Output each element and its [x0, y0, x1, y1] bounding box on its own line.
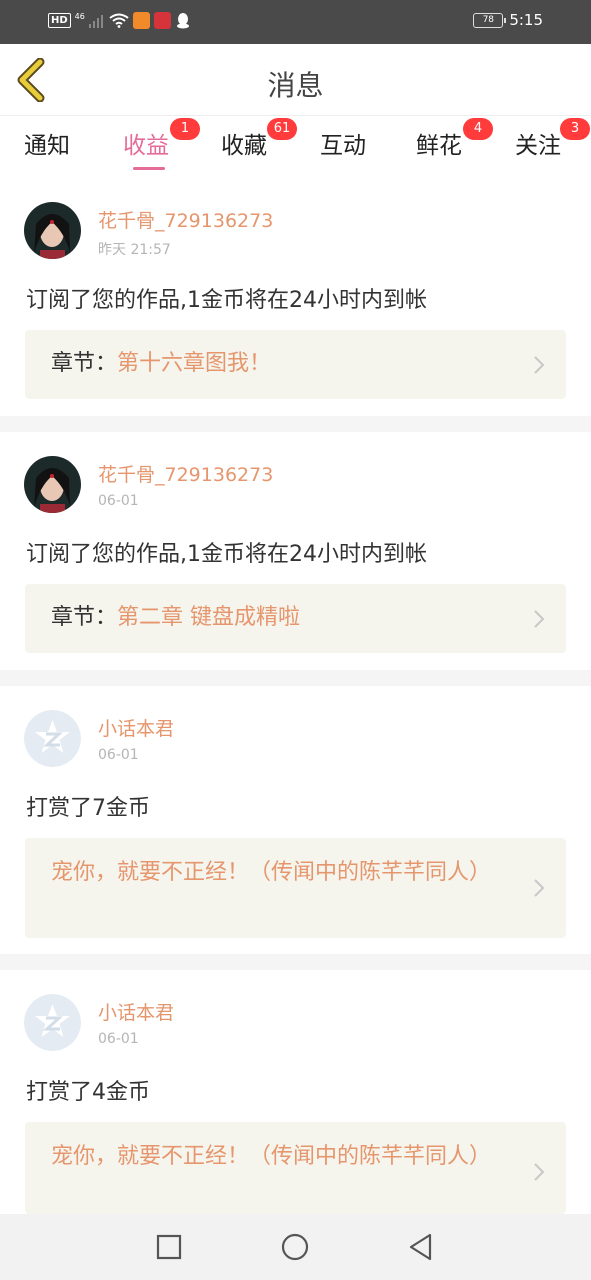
- tab-notifications[interactable]: 通知: [24, 126, 70, 160]
- clock: 5:15: [509, 11, 543, 29]
- message-time: 06-01: [98, 747, 139, 763]
- user-name[interactable]: 花千骨_729136273: [98, 206, 273, 233]
- message-item: 小话本君 06-01 打赏了7金币 宠你，就要不正经！（传闻中的陈芊芊同人）: [0, 686, 591, 954]
- tab-label: 关注: [515, 133, 561, 159]
- avatar[interactable]: [24, 994, 81, 1051]
- work-title: 宠你，就要不正经！（传闻中的陈芊芊同人）: [51, 1144, 492, 1169]
- tab-interaction[interactable]: 互动: [320, 126, 366, 160]
- avatar-portrait-image: [24, 202, 81, 259]
- message-text: 打赏了7金币: [26, 796, 150, 821]
- default-avatar-icon: [24, 710, 81, 767]
- chapter-title: 第二章 键盘成精啦: [117, 605, 301, 630]
- status-icons-right: 78 5:15: [473, 11, 543, 29]
- user-name[interactable]: 小话本君: [98, 998, 174, 1025]
- message-text: 打赏了4金币: [26, 1080, 150, 1105]
- tab-favorites[interactable]: 收藏 61: [221, 118, 297, 160]
- hd-icon: HD: [48, 13, 71, 28]
- signal-icon: [88, 14, 103, 28]
- chapter-link-text: 章节：第二章 键盘成精啦: [51, 603, 512, 633]
- message-time: 昨天 21:57: [98, 242, 171, 258]
- chapter-title: 第十六章图我！: [117, 351, 272, 376]
- page-title: 消息: [267, 69, 324, 102]
- tab-label: 收益: [123, 133, 169, 159]
- status-bar: HD 46 78 5:15: [0, 0, 591, 44]
- system-nav-bar: [0, 1214, 591, 1280]
- chevron-right-icon: [534, 610, 545, 628]
- divider: [0, 670, 591, 686]
- avatar[interactable]: [24, 456, 81, 513]
- status-icons-left: HD 46: [48, 12, 191, 29]
- square-nav-icon[interactable]: [154, 1232, 184, 1262]
- tab-badge: 61: [267, 118, 297, 140]
- tab-label: 通知: [24, 133, 70, 159]
- user-name[interactable]: 小话本君: [98, 714, 174, 741]
- chevron-right-icon: [534, 879, 545, 897]
- tab-badge: 3: [560, 118, 590, 140]
- video-app-icon: [132, 12, 150, 29]
- message-text: 订阅了您的作品,1金币将在24小时内到帐: [26, 542, 427, 567]
- triangle-back-nav-icon[interactable]: [406, 1232, 436, 1262]
- work-title: 宠你，就要不正经！（传闻中的陈芊芊同人）: [51, 860, 492, 885]
- work-link-text: 宠你，就要不正经！（传闻中的陈芊芊同人）: [51, 1142, 512, 1172]
- message-text: 订阅了您的作品,1金币将在24小时内到帐: [26, 288, 427, 313]
- avatar[interactable]: [24, 202, 81, 259]
- message-time: 06-01: [98, 493, 139, 509]
- tab-earnings[interactable]: 收益 1: [123, 118, 200, 160]
- avatar-portrait-image: [24, 456, 81, 513]
- divider: [0, 416, 591, 432]
- tab-label: 收藏: [221, 133, 267, 159]
- circle-nav-icon[interactable]: [280, 1232, 310, 1262]
- chapter-link[interactable]: 章节：第二章 键盘成精啦: [25, 584, 566, 653]
- chevron-right-icon: [534, 356, 545, 374]
- message-item: 花千骨_729136273 06-01 订阅了您的作品,1金币将在24小时内到帐…: [0, 432, 591, 670]
- work-link[interactable]: 宠你，就要不正经！（传闻中的陈芊芊同人）: [25, 1122, 566, 1214]
- user-name[interactable]: 花千骨_729136273: [98, 460, 273, 487]
- tab-label: 互动: [320, 133, 366, 159]
- tab-bar: 通知 收益 1 收藏 61 互动 鲜花 4 关注 3: [0, 116, 591, 176]
- chapter-label: 章节：: [51, 351, 118, 376]
- chevron-right-icon: [534, 1163, 545, 1181]
- message-item: 花千骨_729136273 昨天 21:57 订阅了您的作品,1金币将在24小时…: [0, 176, 591, 416]
- tab-label: 鲜花: [416, 133, 462, 159]
- qq-icon: [176, 13, 189, 29]
- divider: [0, 954, 591, 970]
- chapter-label: 章节：: [51, 605, 118, 630]
- wifi-icon: [109, 13, 129, 28]
- tab-following[interactable]: 关注 3: [515, 118, 590, 160]
- reader-app-icon: [153, 12, 171, 29]
- chapter-link[interactable]: 章节：第十六章图我！: [25, 330, 566, 399]
- message-time: 06-01: [98, 1031, 139, 1047]
- active-tab-indicator: [133, 167, 165, 170]
- message-item: 小话本君 06-01 打赏了4金币 宠你，就要不正经！（传闻中的陈芊芊同人）: [0, 970, 591, 1214]
- tab-flowers[interactable]: 鲜花 4: [416, 118, 493, 160]
- default-avatar-icon: [24, 994, 81, 1051]
- work-link[interactable]: 宠你，就要不正经！（传闻中的陈芊芊同人）: [25, 838, 566, 938]
- work-link-text: 宠你，就要不正经！（传闻中的陈芊芊同人）: [51, 858, 512, 888]
- tab-badge: 1: [170, 118, 200, 140]
- avatar[interactable]: [24, 710, 81, 767]
- battery-icon: 78: [473, 12, 507, 28]
- chapter-link-text: 章节：第十六章图我！: [51, 349, 512, 379]
- tab-badge: 4: [463, 118, 493, 140]
- header: 消息: [0, 44, 591, 116]
- network-type: 46: [74, 11, 85, 21]
